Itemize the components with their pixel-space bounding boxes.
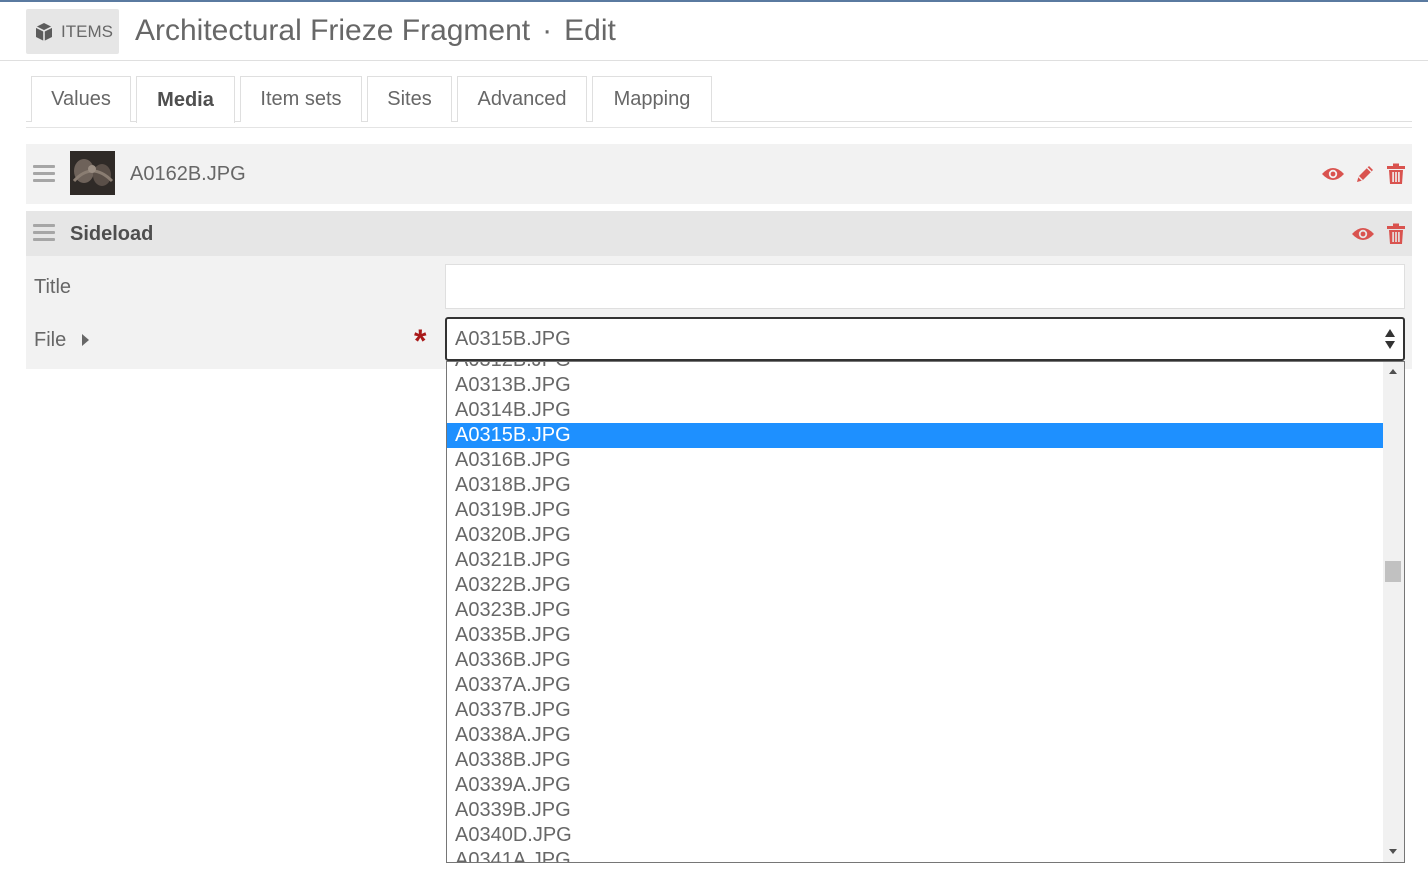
- file-options: A0312B.JPGA0313B.JPGA0314B.JPGA0315B.JPG…: [447, 362, 1384, 862]
- scrollbar-thumb[interactable]: [1385, 561, 1401, 582]
- drag-handle-icon[interactable]: [33, 165, 55, 183]
- dropdown-option[interactable]: A0319B.JPG: [447, 498, 1384, 523]
- dropdown-option[interactable]: A0339A.JPG: [447, 773, 1384, 798]
- tab-advanced[interactable]: Advanced: [457, 76, 587, 122]
- page-header: ITEMS Architectural Frieze Fragment · Edit: [0, 2, 1428, 61]
- dropdown-option[interactable]: A0318B.JPG: [447, 473, 1384, 498]
- dropdown-option[interactable]: A0341A.JPG: [447, 848, 1384, 862]
- media-item-row: A0162B.JPG: [26, 144, 1412, 204]
- drag-handle-icon[interactable]: [33, 224, 55, 242]
- page-title: Architectural Frieze Fragment · Edit: [135, 14, 616, 48]
- eye-icon[interactable]: [1321, 162, 1345, 186]
- dropdown-option[interactable]: A0336B.JPG: [447, 648, 1384, 673]
- dropdown-option[interactable]: A0339B.JPG: [447, 798, 1384, 823]
- dropdown-option[interactable]: A0314B.JPG: [447, 398, 1384, 423]
- title-separator: ·: [542, 14, 553, 47]
- file-select[interactable]: A0315B.JPG: [445, 317, 1405, 361]
- dropdown-option[interactable]: A0312B.JPG: [447, 362, 1384, 373]
- media-thumbnail[interactable]: [70, 151, 115, 195]
- dropdown-option[interactable]: A0323B.JPG: [447, 598, 1384, 623]
- item-title: Architectural Frieze Fragment: [135, 14, 531, 47]
- dropdown-option[interactable]: A0335B.JPG: [447, 623, 1384, 648]
- tabs-divider: [26, 127, 1412, 128]
- select-arrows-icon: [1385, 329, 1395, 349]
- trash-icon[interactable]: [1384, 222, 1408, 246]
- caret-right-icon[interactable]: [82, 334, 89, 346]
- dropdown-scrollbar[interactable]: [1383, 362, 1404, 862]
- page-action: Edit: [564, 14, 616, 47]
- dropdown-option[interactable]: A0315B.JPG: [447, 423, 1384, 448]
- trash-icon[interactable]: [1384, 162, 1408, 186]
- items-breadcrumb[interactable]: ITEMS: [26, 9, 119, 54]
- dropdown-option[interactable]: A0340D.JPG: [447, 823, 1384, 848]
- items-label: ITEMS: [61, 21, 113, 41]
- scroll-up-icon[interactable]: [1389, 369, 1397, 374]
- title-label: Title: [34, 276, 72, 298]
- dropdown-option[interactable]: A0337A.JPG: [447, 673, 1384, 698]
- required-asterisk: *: [414, 323, 427, 359]
- tab-values[interactable]: Values: [31, 76, 131, 122]
- dropdown-option[interactable]: A0313B.JPG: [447, 373, 1384, 398]
- pencil-icon[interactable]: [1353, 162, 1377, 186]
- dropdown-option[interactable]: A0338B.JPG: [447, 748, 1384, 773]
- file-dropdown-list: A0312B.JPGA0313B.JPGA0314B.JPGA0315B.JPG…: [446, 361, 1405, 863]
- tab-sites[interactable]: Sites: [367, 76, 452, 122]
- scroll-down-icon[interactable]: [1389, 849, 1397, 854]
- dropdown-option[interactable]: A0316B.JPG: [447, 448, 1384, 473]
- dropdown-option[interactable]: A0321B.JPG: [447, 548, 1384, 573]
- file-label: File: [34, 329, 67, 351]
- sideload-header: Sideload: [26, 211, 1412, 256]
- eye-icon[interactable]: [1351, 222, 1375, 246]
- dropdown-option[interactable]: A0338A.JPG: [447, 723, 1384, 748]
- title-input[interactable]: [445, 264, 1405, 309]
- tab-media[interactable]: Media: [136, 76, 235, 123]
- cube-icon: [35, 22, 53, 41]
- tab-mapping[interactable]: Mapping: [592, 76, 712, 122]
- tab-item-sets[interactable]: Item sets: [240, 76, 362, 122]
- sideload-heading: Sideload: [70, 223, 154, 245]
- dropdown-option[interactable]: A0337B.JPG: [447, 698, 1384, 723]
- section-tabs: Values Media Item sets Sites Advanced Ma…: [26, 76, 1412, 123]
- file-select-value: A0315B.JPG: [455, 327, 571, 350]
- media-filename[interactable]: A0162B.JPG: [130, 163, 246, 186]
- dropdown-option[interactable]: A0320B.JPG: [447, 523, 1384, 548]
- dropdown-option[interactable]: A0322B.JPG: [447, 573, 1384, 598]
